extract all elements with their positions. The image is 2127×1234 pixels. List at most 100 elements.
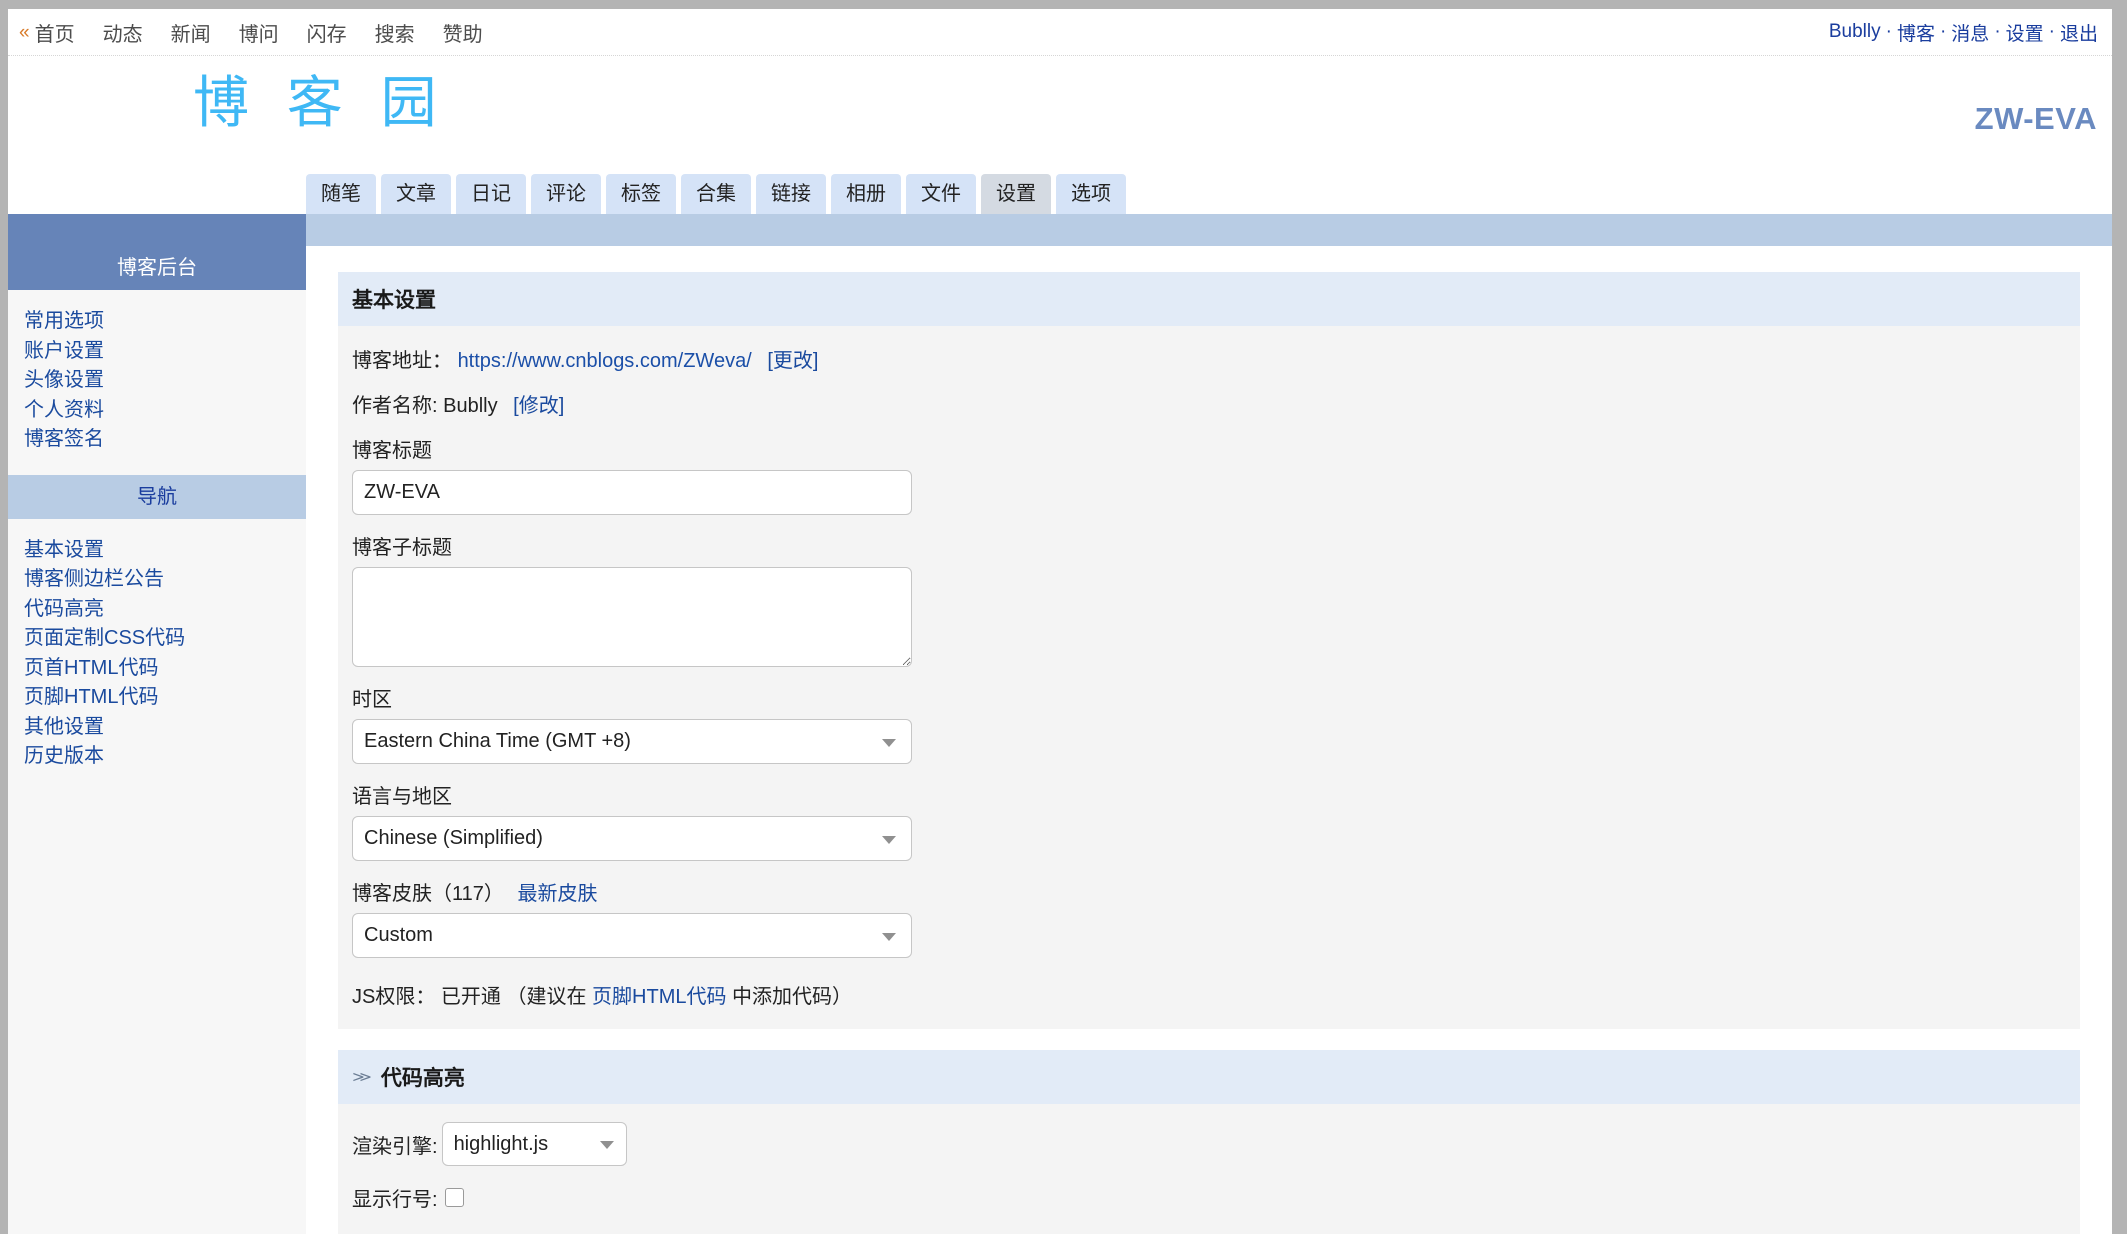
- blog-title-label: 博客标题: [352, 440, 432, 462]
- tab-underline: [306, 214, 2112, 246]
- tab-underline-band: [8, 214, 2112, 246]
- render-engine-select-wrap: highlight.js: [441, 1122, 627, 1166]
- skin-field: 博客皮肤（117） 最新皮肤 Custom: [352, 877, 2066, 958]
- blog-address-link[interactable]: https://www.cnblogs.com/ZWeva/: [458, 350, 752, 372]
- tab-wenzhang[interactable]: 文章: [381, 174, 451, 214]
- basic-settings-body: 博客地址： https://www.cnblogs.com/ZWeva/ [更改…: [338, 326, 2080, 1029]
- sidebar-item-custom-css[interactable]: 页面定制CSS代码: [24, 624, 306, 654]
- show-line-numbers-row: 显示行号:: [352, 1183, 2066, 1212]
- render-engine-label: 渲染引擎:: [352, 1135, 438, 1158]
- skin-label-row: 博客皮肤（117） 最新皮肤: [352, 877, 2066, 906]
- topnav-link-ing[interactable]: 闪存: [307, 18, 347, 47]
- sidebar-item-sidebar-announcement[interactable]: 博客侧边栏公告: [24, 565, 306, 595]
- blog-title-brand: ZW-EVA: [1974, 101, 2097, 136]
- blog-subtitle-textarea[interactable]: [352, 567, 912, 667]
- tab-suibi[interactable]: 随笔: [306, 174, 376, 214]
- sidebar-item-footer-html[interactable]: 页脚HTML代码: [24, 683, 306, 713]
- blog-address-row: 博客地址： https://www.cnblogs.com/ZWeva/ [更改…: [352, 344, 2066, 373]
- basic-settings-header: 基本设置: [338, 272, 2080, 326]
- code-highlight-panel: ≫ 代码高亮 渲染引擎: highlight.js 显示行号:: [338, 1050, 2080, 1234]
- sidebar-item-other-settings[interactable]: 其他设置: [24, 713, 306, 743]
- blog-address-label: 博客地址：: [352, 350, 452, 372]
- top-nav-left-links: « 首页 动态 新闻 博问 闪存 搜索 赞助: [19, 9, 511, 55]
- topnav-link-sponsor[interactable]: 赞助: [443, 18, 483, 47]
- topnav-separator: ·: [1885, 21, 1892, 42]
- language-field: 语言与地区 Chinese (Simplified): [352, 780, 2066, 861]
- back-chevron-icon: «: [19, 21, 30, 43]
- blog-address-change-link[interactable]: [更改]: [767, 350, 818, 372]
- sidebar-item-basic-settings[interactable]: 基本设置: [24, 536, 306, 566]
- code-highlight-header[interactable]: ≫ 代码高亮: [338, 1050, 2080, 1104]
- blog-subtitle-field: 博客子标题: [352, 531, 2066, 667]
- sidebar-list-backend: 常用选项 账户设置 头像设置 个人资料 博客签名: [8, 290, 306, 475]
- tab-xiangce[interactable]: 相册: [831, 174, 901, 214]
- topnav-link-news[interactable]: 新闻: [171, 18, 211, 47]
- sidebar-header-backend: 博客后台: [8, 246, 306, 290]
- basic-settings-panel: 基本设置 博客地址： https://www.cnblogs.com/ZWeva…: [338, 272, 2080, 1029]
- topnav-link-blog[interactable]: 博客: [1897, 19, 1935, 46]
- timezone-select[interactable]: Eastern China Time (GMT +8): [352, 719, 912, 764]
- tab-pinglun[interactable]: 评论: [531, 174, 601, 214]
- language-select-wrap: Chinese (Simplified): [352, 816, 912, 861]
- browser-viewport: « 首页 动态 新闻 博问 闪存 搜索 赞助 Bublly · 博客 · 消息 …: [0, 0, 2127, 1234]
- sidebar-header-nav: 导航: [8, 474, 306, 519]
- tab-riji[interactable]: 日记: [456, 174, 526, 214]
- sidebar-item-history-versions[interactable]: 历史版本: [24, 742, 306, 772]
- tab-biaoqian[interactable]: 标签: [606, 174, 676, 214]
- timezone-select-wrap: Eastern China Time (GMT +8): [352, 719, 912, 764]
- js-permission-note-suffix: 中添加代码）: [732, 986, 853, 1008]
- skin-select-wrap: Custom: [352, 913, 912, 958]
- topnav-link-messages[interactable]: 消息: [1951, 19, 1989, 46]
- show-line-numbers-label: 显示行号:: [352, 1189, 438, 1211]
- code-highlight-title: 代码高亮: [380, 1067, 465, 1090]
- author-name-row: 作者名称: Bublly [修改]: [352, 389, 2066, 418]
- js-permission-note-prefix: （建议在: [506, 986, 587, 1008]
- language-label: 语言与地区: [352, 786, 452, 808]
- mac-style-row: Mac风格:: [352, 1229, 2066, 1234]
- site-header: 博 客 园 ZW-EVA: [8, 56, 2112, 166]
- sidebar-item-code-highlight[interactable]: 代码高亮: [24, 595, 306, 625]
- render-engine-select[interactable]: highlight.js: [441, 1122, 627, 1166]
- sidebar: 博客后台 常用选项 账户设置 头像设置 个人资料 博客签名 导航 基本设置 博客…: [8, 246, 306, 1234]
- show-line-numbers-checkbox[interactable]: [444, 1188, 464, 1207]
- tab-xuanxiang[interactable]: 选项: [1056, 174, 1126, 214]
- blog-subtitle-label: 博客子标题: [352, 537, 452, 559]
- sidebar-item-common-options[interactable]: 常用选项: [24, 307, 306, 337]
- topnav-link-home[interactable]: 首页: [35, 18, 75, 47]
- tab-lianjie[interactable]: 链接: [756, 174, 826, 214]
- timezone-field: 时区 Eastern China Time (GMT +8): [352, 683, 2066, 764]
- language-select[interactable]: Chinese (Simplified): [352, 816, 912, 861]
- skin-select[interactable]: Custom: [352, 913, 912, 958]
- basic-settings-title: 基本设置: [352, 289, 436, 312]
- cnblogs-logo[interactable]: 博 客 园: [193, 76, 447, 132]
- js-permission-label: JS权限：: [352, 986, 436, 1008]
- top-navigation-bar: « 首页 动态 新闻 博问 闪存 搜索 赞助 Bublly · 博客 · 消息 …: [8, 9, 2112, 56]
- sidebar-item-avatar-settings[interactable]: 头像设置: [24, 366, 306, 396]
- sidebar-item-blog-signature[interactable]: 博客签名: [24, 425, 306, 455]
- tab-wenjian[interactable]: 文件: [906, 174, 976, 214]
- tab-heji[interactable]: 合集: [681, 174, 751, 214]
- blog-title-input[interactable]: [352, 470, 912, 515]
- topnav-user-name[interactable]: Bublly: [1829, 21, 1881, 43]
- topnav-link-q-and-a[interactable]: 博问: [239, 18, 279, 47]
- sidebar-item-account-settings[interactable]: 账户设置: [24, 337, 306, 367]
- topnav-link-search[interactable]: 搜索: [375, 18, 415, 47]
- topnav-separator: ·: [1994, 21, 2001, 42]
- top-nav-right-links: Bublly · 博客 · 消息 · 设置 · 退出: [1829, 9, 2098, 55]
- author-name-change-link[interactable]: [修改]: [513, 395, 564, 417]
- tab-shezhi[interactable]: 设置: [981, 174, 1051, 214]
- js-permission-status: 已开通: [440, 986, 501, 1008]
- js-permission-footer-html-link[interactable]: 页脚HTML代码: [592, 986, 726, 1008]
- latest-skins-link[interactable]: 最新皮肤: [517, 883, 597, 905]
- topnav-link-settings[interactable]: 设置: [2006, 19, 2044, 46]
- topnav-link-logout[interactable]: 退出: [2060, 19, 2098, 46]
- code-highlight-body: 渲染引擎: highlight.js 显示行号: Mac风格:: [338, 1104, 2080, 1234]
- topnav-separator: ·: [1939, 21, 1947, 42]
- sidebar-list-nav: 基本设置 博客侧边栏公告 代码高亮 页面定制CSS代码 页首HTML代码 页脚H…: [8, 519, 306, 792]
- sidebar-item-profile[interactable]: 个人资料: [24, 396, 306, 426]
- mac-style-label: Mac风格:: [352, 1229, 435, 1234]
- topnav-link-dongtai[interactable]: 动态: [103, 18, 143, 47]
- skin-label: 博客皮肤（117）: [352, 883, 504, 905]
- js-permission-row: JS权限： 已开通 （建议在 页脚HTML代码 中添加代码）: [352, 980, 2066, 1009]
- sidebar-item-header-html[interactable]: 页首HTML代码: [24, 654, 306, 684]
